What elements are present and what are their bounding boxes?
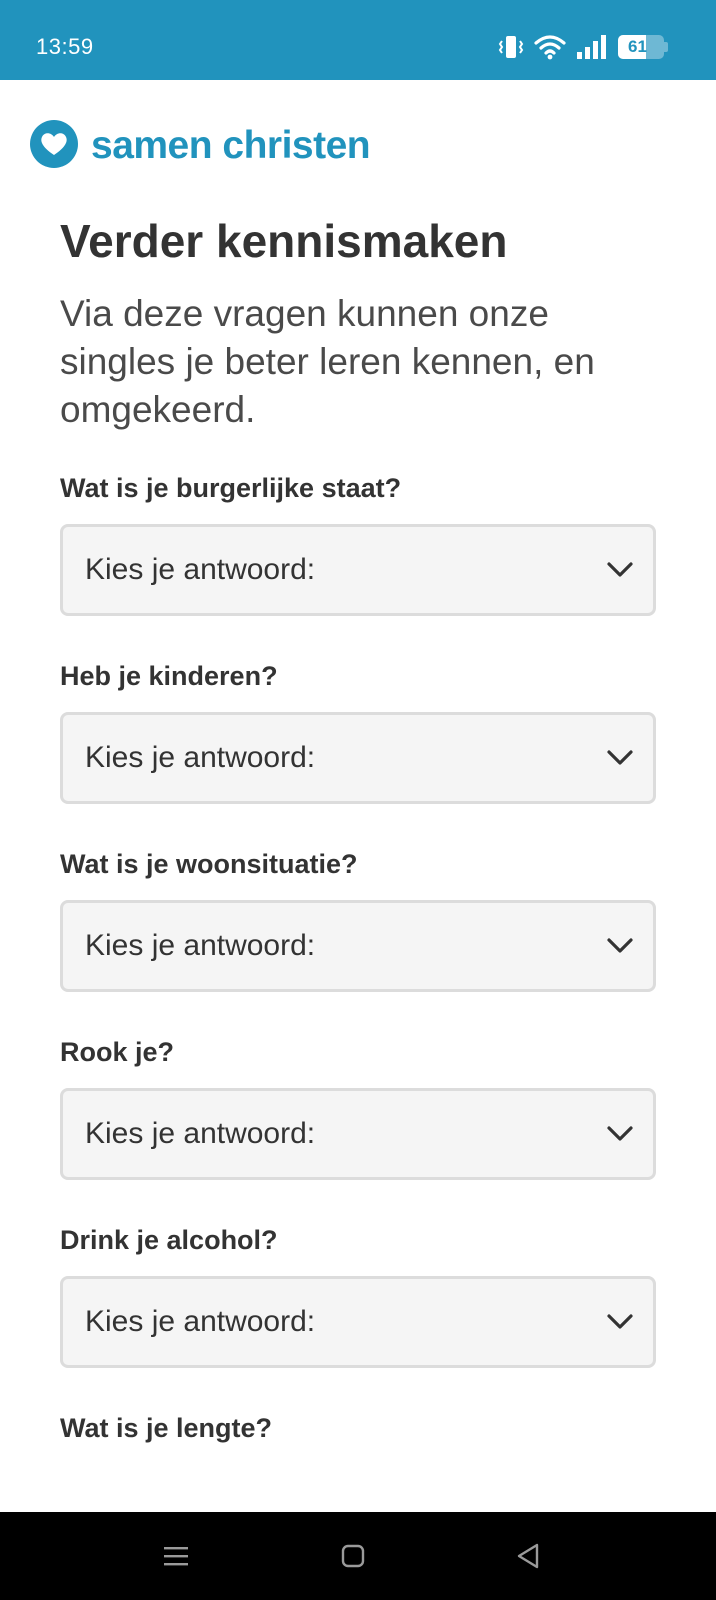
question-label: Wat is je woonsituatie? xyxy=(60,849,358,879)
wifi-icon xyxy=(534,34,566,60)
select-value: Kies je antwoord: xyxy=(85,741,316,774)
chevron-down-icon xyxy=(607,1126,633,1142)
marital-status-select[interactable]: Kies je antwoord: xyxy=(60,524,656,616)
question-alcohol: Drink je alcohol? Kies je antwoord: xyxy=(60,1222,656,1368)
chevron-down-icon xyxy=(607,750,633,766)
select-value: Kies je antwoord: xyxy=(85,929,316,962)
question-label: Drink je alcohol? xyxy=(60,1225,278,1255)
system-nav-bar xyxy=(0,1512,716,1600)
home-icon[interactable] xyxy=(337,1540,369,1572)
heart-icon xyxy=(29,119,79,174)
chevron-down-icon xyxy=(607,562,633,578)
question-height: Wat is je lengte? xyxy=(60,1410,656,1446)
select-value: Kies je antwoord: xyxy=(85,553,316,586)
question-living-situation: Wat is je woonsituatie? Kies je antwoord… xyxy=(60,846,656,992)
question-label: Heb je kinderen? xyxy=(60,661,278,691)
question-label: Rook je? xyxy=(60,1037,175,1067)
vibrate-icon xyxy=(498,33,524,61)
brand-name: samen christen xyxy=(91,124,371,167)
profile-questions-form: Verder kennismaken Via deze vragen kunne… xyxy=(60,210,656,1464)
question-marital-status: Wat is je burgerlijke staat? Kies je ant… xyxy=(60,470,656,616)
battery-tip xyxy=(664,42,668,52)
question-label: Wat is je burgerlijke staat? xyxy=(60,473,402,503)
battery-icon: 61 xyxy=(618,35,668,59)
battery-indicator: 61 xyxy=(618,35,664,59)
living-situation-select[interactable]: Kies je antwoord: xyxy=(60,900,656,992)
chevron-down-icon xyxy=(607,938,633,954)
page-intro: Via deze vragen kunnen onze singles je b… xyxy=(60,293,595,430)
status-time: 13:59 xyxy=(36,34,94,59)
brand-logo[interactable]: samen christen xyxy=(29,119,371,174)
select-value: Kies je antwoord: xyxy=(85,1305,316,1338)
alcohol-select[interactable]: Kies je antwoord: xyxy=(60,1276,656,1368)
smoking-select[interactable]: Kies je antwoord: xyxy=(60,1088,656,1180)
question-children: Heb je kinderen? Kies je antwoord: xyxy=(60,658,656,804)
children-select[interactable]: Kies je antwoord: xyxy=(60,712,656,804)
signal-icon xyxy=(576,34,608,60)
question-smoking: Rook je? Kies je antwoord: xyxy=(60,1034,656,1180)
back-icon[interactable] xyxy=(512,1540,544,1572)
select-value: Kies je antwoord: xyxy=(85,1117,316,1150)
question-label: Wat is je lengte? xyxy=(60,1413,273,1443)
page-title: Verder kennismaken xyxy=(60,215,508,267)
status-icons: 61 xyxy=(498,32,668,62)
status-bar: 13:59 61 xyxy=(0,0,716,80)
chevron-down-icon xyxy=(607,1314,633,1330)
menu-icon[interactable] xyxy=(160,1540,192,1572)
battery-level: 61 xyxy=(628,37,647,56)
